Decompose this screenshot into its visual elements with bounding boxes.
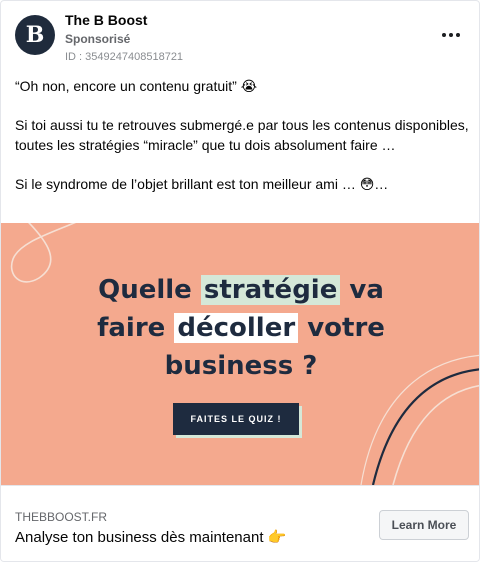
link-domain[interactable]: THEBBOOST.FR — [15, 510, 107, 524]
headline-highlight-strategie: stratégie — [200, 275, 341, 305]
link-headline[interactable]: Analyse ton business dès maintenant 👉 — [15, 528, 286, 546]
ad-body-text: “Oh non, encore un contenu gratuit” 😭 Si… — [15, 76, 471, 194]
headline-text: va — [340, 275, 384, 305]
headline-text: votre — [298, 313, 385, 343]
more-horizontal-icon — [442, 33, 446, 37]
quiz-button[interactable]: FAITES LE QUIZ ! — [173, 403, 299, 435]
body-line-1: “Oh non, encore un contenu gratuit” 😭 — [15, 78, 258, 94]
more-dot — [449, 33, 453, 37]
page-name[interactable]: The B Boost — [65, 12, 147, 28]
body-line-2: Si toi aussi tu te retrouves submergé.e … — [15, 117, 469, 153]
ad-creative-image[interactable]: Quelle stratégie va faire décoller votre… — [1, 223, 479, 485]
ad-card: B The B Boost Sponsorisé ID : 3549247408… — [0, 0, 480, 562]
headline-highlight-decoller: décoller — [174, 313, 299, 343]
headline-line-1: Quelle stratégie va — [1, 271, 479, 309]
avatar-letter: B — [25, 22, 45, 48]
headline-line-2: faire décoller votre — [1, 309, 479, 347]
sponsored-label: Sponsorisé — [65, 32, 131, 46]
ad-header: B The B Boost Sponsorisé ID : 3549247408… — [1, 1, 479, 71]
ad-footer[interactable]: THEBBOOST.FR Analyse ton business dès ma… — [1, 485, 479, 561]
learn-more-button[interactable]: Learn More — [379, 510, 469, 540]
quiz-cta: FAITES LE QUIZ ! — [173, 403, 302, 438]
headline-text: Quelle — [98, 275, 201, 305]
body-line-3: Si le syndrome de l’objet brillant est t… — [15, 176, 389, 192]
ad-id: ID : 3549247408518721 — [65, 51, 184, 63]
more-options-button[interactable] — [439, 25, 463, 45]
headline-line-3: business ? — [164, 351, 318, 381]
banner-headline: Quelle stratégie va faire décoller votre… — [1, 271, 479, 385]
page-avatar[interactable]: B — [15, 15, 55, 55]
headline-text: faire — [97, 313, 175, 343]
more-dot — [456, 33, 460, 37]
